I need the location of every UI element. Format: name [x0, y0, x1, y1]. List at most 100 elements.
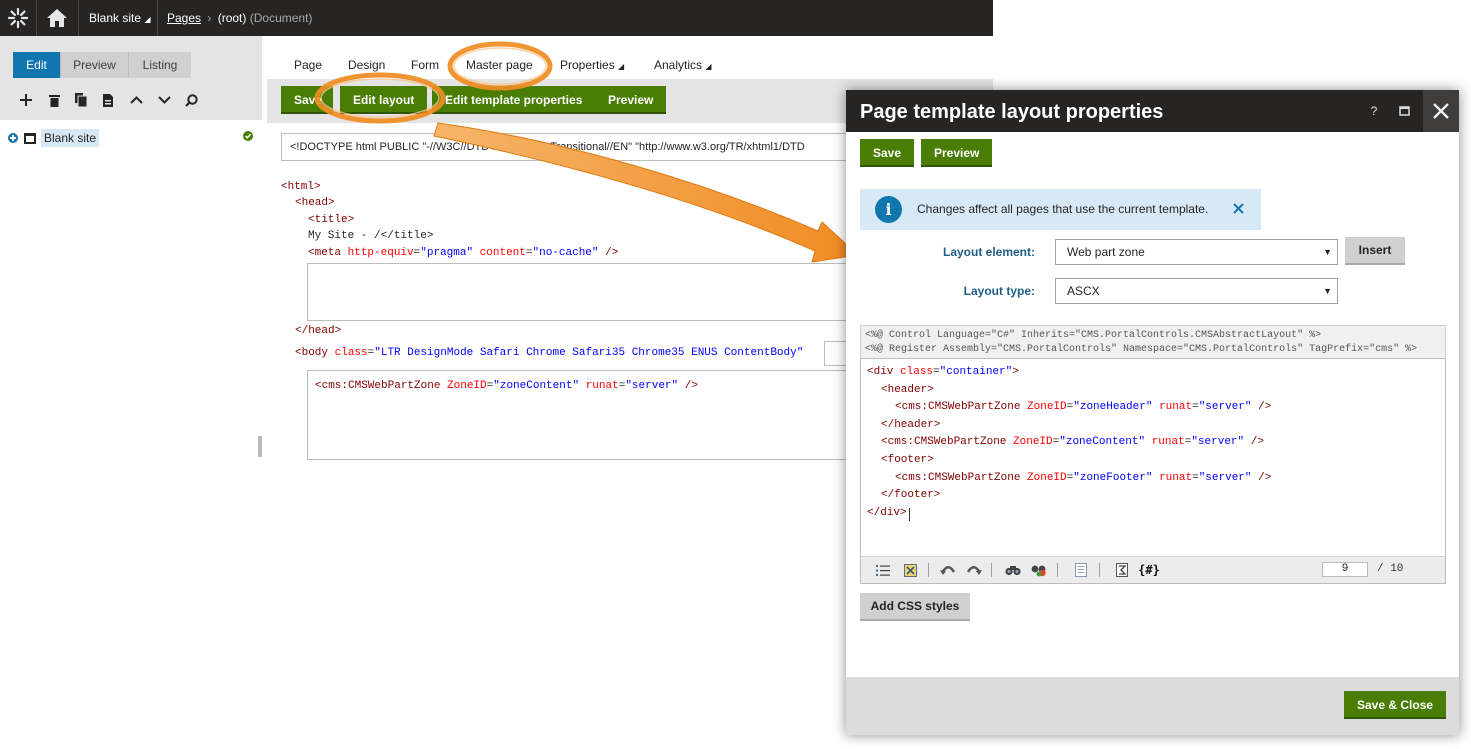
- add-icon[interactable]: [16, 90, 36, 110]
- layout-type-select[interactable]: ASCX ▼: [1055, 278, 1338, 304]
- editor-toolbar: {#} 9 / 10: [861, 556, 1445, 583]
- close-info-icon[interactable]: [1233, 203, 1244, 217]
- body-attr: class: [334, 347, 368, 359]
- tab-design[interactable]: Design: [348, 58, 385, 72]
- page-tabs: Page Design Form Master page Properties …: [267, 36, 993, 79]
- page-tree-icon: [24, 132, 36, 144]
- mode-preview-button[interactable]: Preview: [61, 52, 129, 78]
- layout-element-label: Layout element:: [942, 245, 1035, 259]
- tab-page[interactable]: Page: [294, 58, 322, 72]
- save-button[interactable]: Save: [281, 86, 333, 114]
- down-icon[interactable]: [154, 90, 174, 110]
- layout-element-value: Web part zone: [1067, 245, 1145, 259]
- format-icon[interactable]: [1114, 562, 1130, 578]
- find-icon[interactable]: [1005, 562, 1021, 578]
- insert-button[interactable]: Insert: [1345, 237, 1405, 265]
- search-icon[interactable]: [181, 90, 201, 110]
- editor-code-line: <cms:CMSWebPartZone ZoneID="zoneHeader" …: [895, 401, 1272, 414]
- maximize-icon[interactable]: [1394, 90, 1414, 132]
- meta-tag: <meta: [308, 247, 342, 259]
- zone-attr: runat: [585, 380, 619, 392]
- mode-toolbar: Edit Preview Listing: [0, 36, 262, 120]
- line-numbers-icon[interactable]: [875, 562, 891, 578]
- directives-block: <%@ Control Language="C#" Inherits="CMS.…: [860, 325, 1446, 359]
- directive-line: <%@ Control Language="C#" Inherits="CMS.…: [865, 330, 1322, 341]
- code-line: My Site - /</title>: [308, 230, 433, 242]
- caret-down-icon: ◢: [705, 62, 712, 71]
- tab-master-page[interactable]: Master page: [466, 58, 533, 72]
- editor-code-line: </header>: [881, 418, 941, 431]
- site-selector-label: Blank site: [89, 11, 142, 25]
- meta-val: "pragma": [420, 247, 474, 259]
- tree-node-root[interactable]: Blank site: [8, 128, 100, 148]
- copy-icon[interactable]: [71, 90, 91, 110]
- tab-form[interactable]: Form: [411, 58, 439, 72]
- dialog-title-bar: Page template layout properties ?: [846, 90, 1459, 132]
- title-text: My Site - /</title>: [308, 230, 434, 242]
- breadcrumb-pages-link[interactable]: Pages: [167, 11, 201, 25]
- chevron-right-icon: ›: [207, 11, 212, 25]
- top-bar: Blank site ◢ Pages › (root) (Document): [0, 0, 993, 36]
- help-icon[interactable]: ?: [1364, 90, 1384, 132]
- meta-close: />: [605, 247, 619, 259]
- body-val: "LTR DesignMode Safari Chrome Safari35 C…: [374, 347, 804, 359]
- line-number-input[interactable]: 9: [1322, 562, 1368, 577]
- layout-element-select[interactable]: Web part zone ▼: [1055, 239, 1338, 265]
- editor-code-line: <div class="container">: [867, 366, 1019, 378]
- info-icon: i: [875, 196, 902, 223]
- zone-tag: <cms:CMSWebPartZone: [315, 380, 441, 392]
- mode-edit-button[interactable]: Edit: [13, 52, 61, 78]
- code-line: <html>: [281, 181, 321, 193]
- undo-icon[interactable]: [940, 562, 956, 578]
- dropdown-arrow-icon: ▼: [1323, 286, 1332, 296]
- breadcrumb-type: (Document): [249, 11, 313, 25]
- dialog-save-button[interactable]: Save: [860, 139, 915, 167]
- delete-icon[interactable]: [44, 90, 64, 110]
- tab-properties-label: Properties: [560, 58, 615, 72]
- layout-code-editor[interactable]: <div class="container"> <header> <cms:CMSW…: [860, 358, 1446, 584]
- mode-listing-button[interactable]: Listing: [129, 52, 191, 78]
- info-text: Changes affect all pages that use the cu…: [917, 202, 1209, 216]
- tab-analytics-label: Analytics: [654, 58, 703, 72]
- meta-val: "no-cache": [532, 247, 599, 259]
- dialog-footer: Save & Close: [846, 677, 1459, 735]
- kentico-logo-icon[interactable]: [6, 0, 30, 36]
- highlight-icon[interactable]: [902, 562, 918, 578]
- preview-button[interactable]: Preview: [595, 86, 667, 114]
- home-icon[interactable]: [44, 0, 70, 36]
- select-all-icon[interactable]: [1073, 562, 1089, 578]
- meta-attr: content: [479, 247, 526, 259]
- expand-icon[interactable]: [8, 133, 18, 143]
- close-icon[interactable]: [1423, 90, 1459, 132]
- edit-layout-button[interactable]: Edit layout: [340, 86, 428, 114]
- redo-icon[interactable]: [966, 562, 982, 578]
- editor-code-line: <cms:CMSWebPartZone ZoneID="zoneFooter" …: [895, 471, 1272, 484]
- line-total: / 10: [1377, 563, 1404, 575]
- content-tree-panel: Edit Preview Listing Blank site: [0, 36, 262, 457]
- save-close-button[interactable]: Save & Close: [1344, 691, 1447, 719]
- tab-analytics[interactable]: Analytics ◢: [654, 58, 712, 72]
- dropdown-arrow-icon: ▼: [1323, 247, 1332, 257]
- dialog-preview-button[interactable]: Preview: [921, 139, 993, 167]
- scrollbar[interactable]: [258, 436, 262, 457]
- editor-code-line: <footer>: [881, 454, 934, 466]
- up-icon[interactable]: [126, 90, 146, 110]
- title-tag: <title>: [308, 214, 355, 226]
- layout-type-value: ASCX: [1067, 284, 1100, 298]
- add-css-styles-button[interactable]: Add CSS styles: [860, 593, 970, 621]
- caret-down-icon: ◢: [618, 62, 625, 71]
- published-status-icon: [243, 131, 253, 141]
- macro-icon[interactable]: {#}: [1138, 562, 1160, 578]
- move-icon[interactable]: [98, 90, 118, 110]
- code-line: <head>: [295, 197, 335, 209]
- tab-properties[interactable]: Properties ◢: [560, 58, 624, 72]
- site-selector[interactable]: Blank site ◢: [89, 0, 151, 36]
- replace-icon[interactable]: [1031, 562, 1047, 578]
- head-content-editor[interactable]: [307, 263, 907, 321]
- tree-node-label[interactable]: Blank site: [41, 129, 100, 147]
- info-message: i Changes affect all pages that use the …: [860, 189, 1261, 230]
- body-tag: <body: [295, 347, 329, 359]
- editor-code-line: <cms:CMSWebPartZone ZoneID="zoneContent"…: [881, 436, 1264, 449]
- edit-template-properties-button[interactable]: Edit template properties: [432, 86, 596, 114]
- code-line: <title>: [308, 214, 354, 226]
